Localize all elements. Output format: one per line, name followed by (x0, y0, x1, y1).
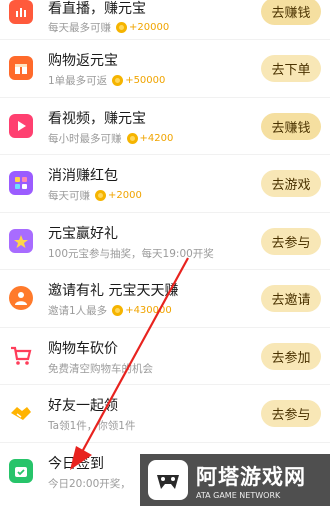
task-subtitle: 邀请1人最多 +430000 (48, 303, 172, 318)
task-title: 消消赚红包 (48, 168, 118, 184)
task-action-button[interactable]: 去赚钱 (261, 112, 321, 140)
gamepad-logo-icon (148, 460, 188, 500)
task-title: 今日签到 (48, 455, 104, 472)
task-action-button[interactable]: 去参与 (261, 400, 321, 427)
task-subtitle: Ta领1件，你领1件 (48, 418, 135, 433)
task-subtitle-text: 每小时最多可赚 (48, 132, 122, 145)
task-subtitle-text: 每天可赚 (48, 190, 90, 202)
task-subtitle-text: 邀请1人最多 (48, 305, 108, 317)
invite-icon (9, 286, 33, 310)
task-subtitle-text: 1单最多可返 (48, 75, 108, 87)
task-title: 好友一起领 (48, 398, 118, 414)
task-subtitle: 每天最多可赚 +20000 (48, 20, 169, 35)
task-action-button[interactable]: 去游戏 (261, 170, 321, 197)
task-row-live: 看直播，赚元宝 每天最多可赚 +20000 去赚钱 (0, 0, 330, 40)
task-row-invite: 邀请有礼 元宝天天赚 邀请1人最多 +430000 去邀请 (0, 270, 330, 328)
watermark-text: 阿塔游戏网 ATA GAME NETWORK (196, 461, 306, 500)
task-title: 购物车砍价 (48, 340, 118, 357)
task-subtitle-text: 100元宝参与抽奖，每天19:00开奖 (48, 247, 214, 260)
task-subtitle-text: 今日20:00开奖， (48, 477, 131, 490)
task-subtitle: 100元宝参与抽奖，每天19:00开奖 (48, 246, 214, 261)
task-title: 看直播，赚元宝 (48, 1, 146, 17)
coin-icon (112, 305, 124, 316)
coin-icon (95, 190, 106, 201)
handshake-icon (9, 401, 33, 425)
reward-amount: +430000 (125, 305, 172, 316)
task-row-friends: 好友一起领 Ta领1件，你领1件 去参与 (0, 385, 330, 443)
task-action-button[interactable]: 去邀请 (261, 285, 321, 312)
task-subtitle: 免费清空购物车的机会 (48, 361, 153, 376)
task-action-button[interactable]: 去下单 (261, 55, 321, 82)
watermark-subtitle: ATA GAME NETWORK (196, 490, 281, 500)
task-title: 邀请有礼 元宝天天赚 (48, 283, 179, 299)
cart-icon (9, 344, 33, 368)
task-row-prize: 元宝赢好礼 100元宝参与抽奖，每天19:00开奖 去参与 (0, 213, 330, 270)
task-subtitle-text: 每天最多可赚 (48, 22, 111, 34)
puzzle-icon (9, 171, 33, 195)
coin-icon (112, 75, 124, 86)
task-action-button[interactable]: 去赚钱 (261, 0, 321, 25)
task-subtitle-text: 免费清空购物车的机会 (48, 362, 153, 375)
gift-icon (9, 56, 33, 80)
task-title: 购物返元宝 (48, 53, 118, 69)
task-subtitle-text: Ta领1件，你领1件 (48, 420, 136, 432)
task-action-button[interactable]: 去参与 (261, 227, 321, 255)
reward-amount: +50000 (125, 75, 166, 86)
coin-icon (116, 22, 127, 33)
task-subtitle: 今日20:00开奖， (48, 476, 131, 491)
task-title: 元宝赢好礼 (48, 225, 118, 242)
task-action-button[interactable]: 去参加 (261, 342, 321, 370)
reward-amount: +4200 (139, 132, 174, 144)
task-subtitle: 1单最多可返 +50000 (48, 73, 165, 88)
calendar-icon (9, 458, 33, 483)
task-row-cart: 购物车砍价 免费清空购物车的机会 去参加 (0, 328, 330, 385)
task-title: 看视频，赚元宝 (48, 110, 146, 127)
task-subtitle: 每天可赚 +2000 (48, 188, 142, 203)
task-row-video: 看视频，赚元宝 每小时最多可赚 +4200 去赚钱 (0, 98, 330, 155)
reward-amount: +20000 (129, 22, 170, 33)
reward-amount: +2000 (108, 190, 142, 201)
task-row-puzzle: 消消赚红包 每天可赚 +2000 去游戏 (0, 155, 330, 213)
prize-icon (9, 228, 33, 253)
task-subtitle: 每小时最多可赚 +4200 (48, 131, 173, 146)
task-list: 看直播，赚元宝 每天最多可赚 +20000 去赚钱 购物返元宝 1单最多可返 +50… (0, 0, 330, 500)
task-row-shopping: 购物返元宝 1单最多可返 +50000 去下单 (0, 40, 330, 98)
watermark: 阿塔游戏网 ATA GAME NETWORK (140, 454, 330, 506)
video-icon (9, 113, 33, 138)
coin-icon (126, 132, 138, 144)
watermark-title: 阿塔游戏网 (196, 464, 306, 489)
live-icon (9, 0, 33, 24)
